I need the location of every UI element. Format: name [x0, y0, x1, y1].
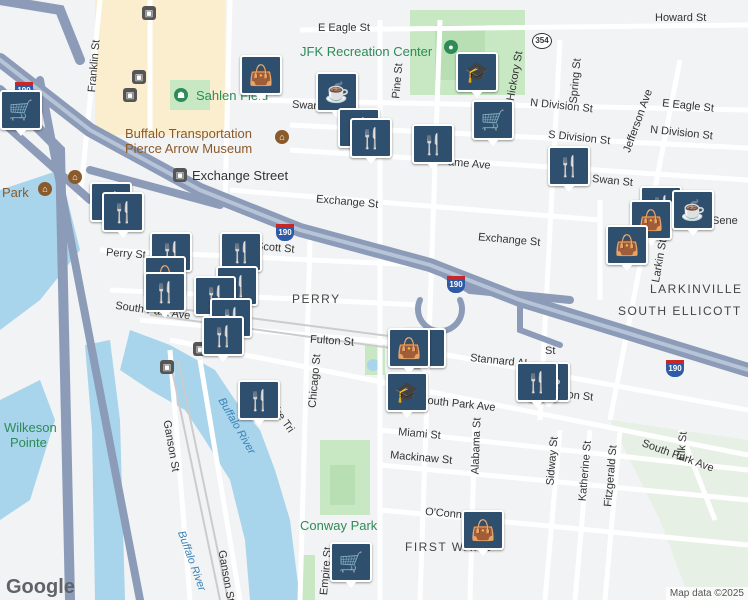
museum-marker-icon[interactable]: ⌂ [275, 130, 289, 144]
graduation-cap-icon: 🎓 [464, 61, 490, 84]
cafe-pin[interactable]: ☕ [316, 72, 358, 118]
restaurant-pin-9[interactable]: 🍴 [144, 272, 186, 318]
restaurant-pin-17[interactable]: 🍴 [516, 362, 558, 408]
shopping-cart-icon: 🛒 [480, 109, 506, 132]
map-canvas[interactable]: PERRY LARKINVILLE SOUTH ELLICOTT FIRST W… [0, 0, 748, 600]
poi-wilkeson-line2[interactable]: Pointe [10, 435, 47, 450]
fork-knife-icon: 🍴 [228, 241, 254, 264]
transit-stop-icon[interactable]: ▣ [132, 70, 146, 84]
school-pin[interactable]: 🎓 [456, 52, 498, 98]
graduation-cap-icon: 🎓 [394, 381, 420, 404]
train-station-icon[interactable]: ▣ [173, 168, 187, 182]
transit-stop-icon-3[interactable]: ▣ [142, 6, 156, 20]
fork-knife-icon: 🍴 [358, 127, 384, 150]
buffalo-river-water [120, 330, 300, 600]
fork-knife-icon: 🍴 [210, 325, 236, 348]
restaurant-pin-2[interactable]: 🍴 [350, 118, 392, 164]
lake-erie-south [0, 380, 55, 520]
restaurant-pin-4[interactable]: 🍴 [548, 146, 590, 192]
transit-stop-icon-2[interactable]: ▣ [123, 88, 137, 102]
shopping-bag-icon: 👜 [614, 234, 640, 257]
transit-stop-icon-4[interactable]: ▣ [160, 360, 174, 374]
restaurant-pin-14[interactable]: 🍴 [202, 316, 244, 362]
shopping-bag-pin-5[interactable]: 👜 [388, 328, 430, 374]
poi-wilkeson-line1[interactable]: Wilkeson [4, 420, 57, 435]
fork-knife-icon: 🍴 [420, 133, 446, 156]
street-seneca: Sene [712, 215, 738, 227]
street-howard: Howard St [655, 12, 707, 24]
grocery-pin-west[interactable]: 🛒 [0, 90, 42, 136]
poi-museum-line2[interactable]: Pierce Arrow Museum [125, 141, 252, 156]
map-base [0, 0, 748, 600]
restaurant-pin-3[interactable]: 🍴 [412, 124, 454, 170]
grocery-pin[interactable]: 🛒 [472, 100, 514, 146]
shopping-bag-pin-6[interactable]: 👜 [462, 510, 504, 556]
cafe-pin-2[interactable]: ☕ [672, 190, 714, 236]
street-st-fragment: St [545, 345, 556, 357]
fork-knife-icon: 🍴 [110, 201, 136, 224]
poi-conway-park[interactable]: Conway Park [300, 518, 377, 533]
street-alabama: Alabama St [469, 417, 484, 475]
highway-shield-i190-east: 190 [666, 360, 684, 377]
highway-shield-i190-ramp: 190 [447, 276, 465, 293]
poi-exchange-street-station[interactable]: Exchange Street [192, 168, 288, 183]
google-logo: Google [6, 576, 75, 598]
fork-knife-icon: 🍴 [524, 371, 550, 394]
map-attribution[interactable]: Map data ©2025 [665, 587, 748, 600]
stadium-marker-icon[interactable]: ☗ [174, 88, 188, 102]
poi-park[interactable]: Park [2, 185, 29, 200]
fork-knife-icon: 🍴 [246, 389, 272, 412]
fork-knife-icon: 🍴 [556, 155, 582, 178]
shopping-cart-icon: 🛒 [338, 551, 364, 574]
pond [367, 359, 379, 371]
shopping-cart-icon: 🛒 [8, 99, 34, 122]
fork-knife-icon: 🍴 [152, 281, 178, 304]
poi-jfk-recreation-center[interactable]: JFK Recreation Center [300, 44, 432, 59]
neighborhood-perry: PERRY [292, 292, 341, 306]
museum-marker-icon-west[interactable]: ⌂ [68, 170, 82, 184]
highway-shield-i190-mid: 190 [276, 224, 294, 241]
shopping-bag-pin[interactable]: 👜 [240, 55, 282, 101]
neighborhood-larkinville: LARKINVILLE [650, 282, 743, 296]
shopping-bag-icon: 👜 [470, 519, 496, 542]
school-pin-2[interactable]: 🎓 [386, 372, 428, 418]
street-elk: Elk St [675, 431, 690, 461]
grocery-pin-2[interactable]: 🛒 [330, 542, 372, 588]
shopping-bag-icon: 👜 [396, 337, 422, 360]
conway-field [330, 465, 355, 505]
coffee-cup-icon: ☕ [324, 81, 350, 104]
street-e-eagle: E Eagle St [318, 22, 370, 34]
downtown-area [95, 0, 225, 135]
neighborhood-south-ellicott: SOUTH ELLICOTT [618, 304, 742, 318]
route-shield-354: 354 [532, 33, 552, 49]
restaurant-pin-7[interactable]: 🍴 [102, 192, 144, 238]
poi-museum-line1[interactable]: Buffalo Transportation [125, 126, 252, 141]
restaurant-pin-15[interactable]: 🍴 [238, 380, 280, 426]
shopping-bag-icon: 👜 [248, 64, 274, 87]
museum-marker-icon-park[interactable]: ⌂ [38, 182, 52, 196]
shopping-bag-pin-3[interactable]: 👜 [606, 225, 648, 271]
coffee-cup-icon: ☕ [680, 199, 706, 222]
